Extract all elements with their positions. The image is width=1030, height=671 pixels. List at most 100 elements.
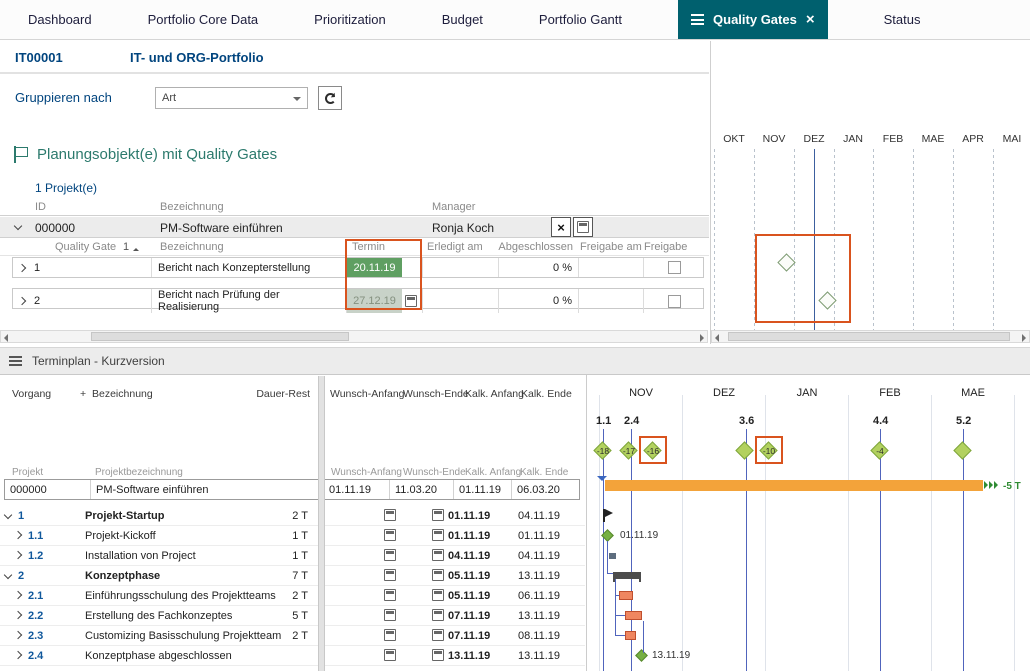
task-row-1[interactable]: 1 Projekt-Startup 2 T 01.11.19 04.11.19 bbox=[0, 506, 585, 526]
col-gate-bezeichnung[interactable]: Bezeichnung bbox=[160, 241, 224, 253]
gate-termin-cell[interactable]: 20.11.19 bbox=[346, 258, 422, 277]
calendar-icon[interactable] bbox=[384, 529, 396, 541]
expand-icon[interactable] bbox=[13, 630, 23, 640]
collapse-icon[interactable] bbox=[3, 510, 13, 520]
scroll-left-icon[interactable] bbox=[4, 333, 8, 342]
tab-portfolio-gantt[interactable]: Portfolio Gantt bbox=[539, 0, 622, 39]
task-bar-small[interactable] bbox=[609, 553, 616, 559]
col-dauer-rest[interactable]: Dauer-Rest bbox=[240, 388, 310, 400]
calendar-icon[interactable] bbox=[432, 589, 444, 601]
quality-gate-row-2[interactable]: 2 Bericht nach Prüfung der Realisierung … bbox=[12, 288, 704, 313]
wunsch-ende-cell[interactable]: 11.03.20 bbox=[389, 480, 453, 499]
calendar-icon[interactable] bbox=[384, 629, 396, 641]
gate-milestone-diamond[interactable] bbox=[734, 440, 756, 462]
col-kalk-ende[interactable]: Kalk. Ende bbox=[521, 388, 572, 400]
calendar-icon[interactable] bbox=[432, 509, 444, 521]
tab-portfolio-core-data[interactable]: Portfolio Core Data bbox=[148, 0, 259, 39]
menu-icon[interactable] bbox=[691, 14, 705, 25]
refresh-button[interactable] bbox=[318, 86, 342, 110]
column-splitter[interactable] bbox=[318, 376, 325, 671]
wunsch-anfang-cell[interactable]: 01.11.19 bbox=[323, 480, 389, 499]
quality-gate-row-1[interactable]: 1 Bericht nach Konzepterstellung 20.11.1… bbox=[12, 257, 704, 278]
gate-milestone-diamond[interactable]: -18 bbox=[592, 440, 614, 462]
expand-icon[interactable] bbox=[13, 610, 23, 620]
expand-gate-icon[interactable] bbox=[17, 263, 27, 272]
add-icon[interactable]: + bbox=[80, 388, 86, 400]
calendar-icon[interactable] bbox=[432, 549, 444, 561]
task-bar[interactable] bbox=[619, 591, 633, 600]
gate-milestone-diamond[interactable]: -4 bbox=[869, 440, 891, 462]
calendar-icon[interactable] bbox=[384, 509, 396, 521]
col-wunsch-anfang[interactable]: Wunsch-Anfang bbox=[330, 388, 405, 400]
task-row-1-2[interactable]: 1.2 Installation von Project 1 T 04.11.1… bbox=[0, 546, 585, 566]
task-row-1-1[interactable]: 1.1 Projekt-Kickoff 1 T 01.11.19 01.11.1… bbox=[0, 526, 585, 546]
scroll-right-icon[interactable] bbox=[1022, 333, 1026, 342]
milestone-line bbox=[880, 429, 881, 671]
tab-quality-gates[interactable]: Quality Gates × bbox=[678, 0, 828, 39]
expand-gate-icon[interactable] bbox=[17, 296, 27, 306]
collapse-project-icon[interactable] bbox=[13, 221, 23, 231]
tab-dashboard[interactable]: Dashboard bbox=[28, 0, 92, 39]
tab-prioritization[interactable]: Prioritization bbox=[314, 0, 386, 39]
task-row-2-4[interactable]: 2.4 Konzeptphase abgeschlossen 13.11.19 … bbox=[0, 646, 585, 666]
close-tab-icon[interactable]: × bbox=[806, 12, 815, 27]
task-row-2-2[interactable]: 2.2 Erstellung des Fachkonzeptes 5 T 07.… bbox=[0, 606, 585, 626]
col-freigabe[interactable]: Freigabe bbox=[644, 241, 687, 253]
gate-milestone-diamond[interactable] bbox=[952, 440, 974, 462]
scroll-left-icon[interactable] bbox=[715, 333, 719, 342]
calendar-icon[interactable] bbox=[432, 529, 444, 541]
task-row-2-1[interactable]: 2.1 Einführungsschulung des Projektteams… bbox=[0, 586, 585, 606]
delete-button[interactable]: × bbox=[551, 217, 571, 237]
col-quality-gate[interactable]: Quality Gate bbox=[55, 241, 116, 253]
expand-icon[interactable] bbox=[13, 550, 23, 560]
calendar-icon[interactable] bbox=[384, 589, 396, 601]
calendar-icon[interactable] bbox=[432, 649, 444, 661]
gate-termin-value[interactable]: 27.12.19 bbox=[347, 289, 402, 313]
calendar-icon[interactable] bbox=[384, 549, 396, 561]
task-row-2[interactable]: 2 Konzeptphase 7 T 05.11.19 13.11.19 bbox=[0, 566, 585, 586]
calendar-icon[interactable] bbox=[432, 629, 444, 641]
scrollbar-thumb[interactable] bbox=[728, 332, 1010, 341]
col-vorgang[interactable]: Vorgang bbox=[12, 388, 51, 400]
phase-end-milestone-icon[interactable] bbox=[635, 649, 648, 662]
gate-termin-value[interactable]: 20.11.19 bbox=[347, 258, 402, 277]
tab-budget[interactable]: Budget bbox=[442, 0, 483, 39]
group-by-select[interactable]: Art bbox=[155, 87, 308, 109]
phase-summary-bar[interactable] bbox=[613, 572, 641, 582]
gate-milestone-diamond[interactable]: -17 bbox=[618, 440, 640, 462]
freigabe-checkbox[interactable] bbox=[668, 261, 681, 274]
sort-ascending-icon[interactable] bbox=[133, 245, 139, 251]
task-bar[interactable] bbox=[625, 611, 642, 620]
col-freigabe-am[interactable]: Freigabe am bbox=[580, 241, 642, 253]
calendar-icon[interactable] bbox=[432, 569, 444, 581]
col-task-bezeichnung[interactable]: Bezeichnung bbox=[92, 388, 153, 400]
col-wunsch-ende[interactable]: Wunsch-Ende bbox=[403, 388, 469, 400]
expand-icon[interactable] bbox=[13, 590, 23, 600]
left-horizontal-scrollbar[interactable] bbox=[0, 330, 708, 343]
calendar-icon[interactable] bbox=[405, 295, 417, 307]
calendar-icon[interactable] bbox=[384, 569, 396, 581]
scrollbar-thumb[interactable] bbox=[91, 332, 349, 341]
calendar-icon[interactable] bbox=[384, 609, 396, 621]
calendar-icon[interactable] bbox=[384, 649, 396, 661]
task-row-2-3[interactable]: 2.3 Customizing Basisschulung Projekttea… bbox=[0, 626, 585, 646]
expand-icon[interactable] bbox=[13, 650, 23, 660]
collapse-icon[interactable] bbox=[3, 570, 13, 580]
task-bar[interactable] bbox=[625, 631, 636, 640]
calendar-button[interactable] bbox=[573, 217, 593, 237]
calendar-icon[interactable] bbox=[432, 609, 444, 621]
col-erledigt-am[interactable]: Erledigt am bbox=[427, 241, 483, 253]
freigabe-checkbox[interactable] bbox=[668, 294, 681, 308]
scroll-right-icon[interactable] bbox=[700, 333, 704, 342]
terminplan-project-row[interactable]: 000000 PM-Software einführen 01.11.19 11… bbox=[4, 479, 580, 500]
col-kalk-anfang[interactable]: Kalk. Anfang bbox=[465, 388, 524, 400]
project-summary-bar[interactable] bbox=[605, 480, 983, 491]
menu-icon[interactable] bbox=[9, 356, 22, 366]
project-row[interactable]: 000000 PM-Software einführen Ronja Koch … bbox=[0, 217, 709, 238]
col-abgeschlossen[interactable]: Abgeschlossen bbox=[497, 241, 573, 253]
timeline-horizontal-scrollbar[interactable] bbox=[711, 330, 1030, 343]
col-termin[interactable]: Termin bbox=[352, 241, 385, 253]
gate-termin-cell[interactable]: 27.12.19 bbox=[346, 289, 422, 313]
expand-icon[interactable] bbox=[13, 530, 23, 540]
tab-status[interactable]: Status bbox=[884, 0, 921, 39]
